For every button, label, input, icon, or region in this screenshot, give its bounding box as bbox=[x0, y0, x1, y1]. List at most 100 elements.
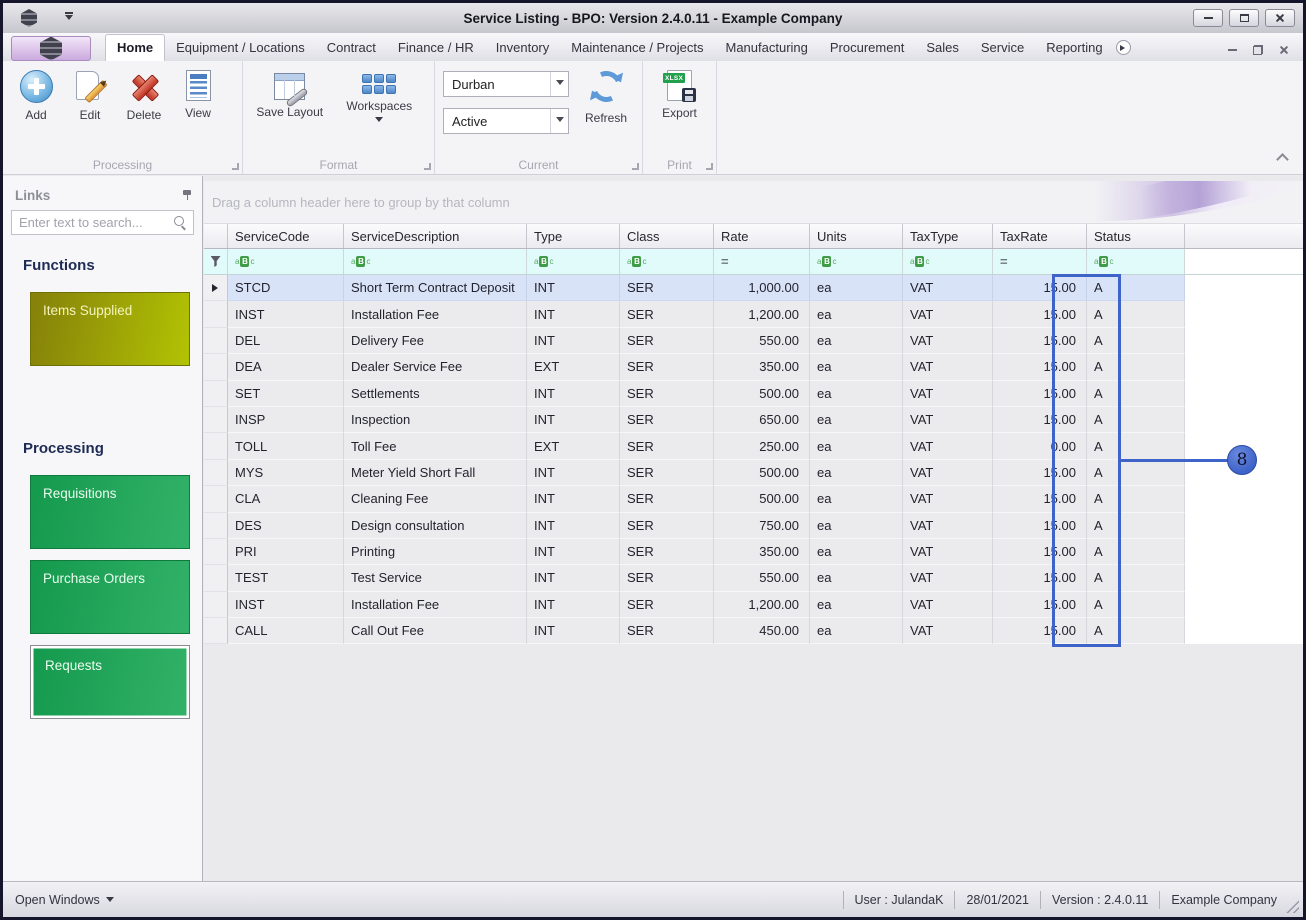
cell-type[interactable]: INT bbox=[527, 486, 620, 512]
cell-rate[interactable]: 1,200.00 bbox=[714, 592, 810, 618]
cell-status[interactable]: A bbox=[1087, 486, 1185, 512]
cell-type[interactable]: INT bbox=[527, 301, 620, 327]
cell-servicedescription[interactable]: Short Term Contract Deposit bbox=[344, 275, 527, 301]
cell-rate[interactable]: 500.00 bbox=[714, 381, 810, 407]
cell-type[interactable]: INT bbox=[527, 513, 620, 539]
cell-servicedescription[interactable]: Call Out Fee bbox=[344, 618, 527, 644]
cell-rate[interactable]: 500.00 bbox=[714, 486, 810, 512]
cell-taxtype[interactable]: VAT bbox=[903, 407, 993, 433]
cell-class[interactable]: SER bbox=[620, 565, 714, 591]
cell-rate[interactable]: 350.00 bbox=[714, 539, 810, 565]
cell-status[interactable]: A bbox=[1087, 592, 1185, 618]
cell-taxrate[interactable]: 15.00 bbox=[993, 592, 1087, 618]
cell-taxtype[interactable]: VAT bbox=[903, 486, 993, 512]
cell-rate[interactable]: 250.00 bbox=[714, 433, 810, 459]
column-header-rate[interactable]: Rate bbox=[714, 224, 810, 248]
filter-cell-taxrate[interactable]: = bbox=[993, 249, 1087, 274]
cell-units[interactable]: ea bbox=[810, 618, 903, 644]
cell-taxrate[interactable]: 15.00 bbox=[993, 539, 1087, 565]
table-row[interactable]: MYSMeter Yield Short FallINTSER500.00eaV… bbox=[204, 460, 1303, 486]
cell-servicedescription[interactable]: Test Service bbox=[344, 565, 527, 591]
cell-units[interactable]: ea bbox=[810, 565, 903, 591]
cell-servicecode[interactable]: SET bbox=[228, 381, 344, 407]
tab-contract[interactable]: Contract bbox=[316, 35, 387, 61]
cell-servicedescription[interactable]: Cleaning Fee bbox=[344, 486, 527, 512]
application-menu-button[interactable] bbox=[11, 36, 91, 61]
cell-rate[interactable]: 550.00 bbox=[714, 565, 810, 591]
cell-status[interactable]: A bbox=[1087, 407, 1185, 433]
table-row[interactable]: DEADealer Service FeeEXTSER350.00eaVAT15… bbox=[204, 354, 1303, 380]
tab-reporting[interactable]: Reporting bbox=[1035, 35, 1113, 61]
filter-cell-rate[interactable]: = bbox=[714, 249, 810, 274]
cell-servicedescription[interactable]: Inspection bbox=[344, 407, 527, 433]
cell-class[interactable]: SER bbox=[620, 354, 714, 380]
cell-servicecode[interactable]: PRI bbox=[228, 539, 344, 565]
cell-taxrate[interactable]: 15.00 bbox=[993, 486, 1087, 512]
cell-taxrate[interactable]: 0.00 bbox=[993, 433, 1087, 459]
cell-taxtype[interactable]: VAT bbox=[903, 592, 993, 618]
cell-status[interactable]: A bbox=[1087, 565, 1185, 591]
table-row[interactable]: STCDShort Term Contract DepositINTSER1,0… bbox=[204, 275, 1303, 301]
cell-status[interactable]: A bbox=[1087, 381, 1185, 407]
cell-class[interactable]: SER bbox=[620, 460, 714, 486]
dropdown-arrow-button[interactable] bbox=[550, 72, 568, 96]
tab-finance-hr[interactable]: Finance / HR bbox=[387, 35, 485, 61]
cell-rate[interactable]: 450.00 bbox=[714, 618, 810, 644]
cell-servicedescription[interactable]: Meter Yield Short Fall bbox=[344, 460, 527, 486]
column-header-status[interactable]: Status bbox=[1087, 224, 1185, 248]
cell-class[interactable]: SER bbox=[620, 433, 714, 459]
site-dropdown[interactable]: Durban bbox=[443, 71, 569, 97]
cell-units[interactable]: ea bbox=[810, 592, 903, 618]
cell-taxtype[interactable]: VAT bbox=[903, 565, 993, 591]
cell-taxrate[interactable]: 15.00 bbox=[993, 565, 1087, 591]
cell-servicecode[interactable]: DES bbox=[228, 513, 344, 539]
cell-class[interactable]: SER bbox=[620, 592, 714, 618]
close-button[interactable] bbox=[1265, 9, 1295, 27]
tab-maintenance-projects[interactable]: Maintenance / Projects bbox=[560, 35, 714, 61]
tab-equipment-locations[interactable]: Equipment / Locations bbox=[165, 35, 316, 61]
filter-cell-servicecode[interactable]: aBc bbox=[228, 249, 344, 274]
state-dropdown[interactable]: Active bbox=[443, 108, 569, 134]
cell-rate[interactable]: 1,000.00 bbox=[714, 275, 810, 301]
cell-taxrate[interactable]: 15.00 bbox=[993, 381, 1087, 407]
tab-sales[interactable]: Sales bbox=[915, 35, 970, 61]
tab-service[interactable]: Service bbox=[970, 35, 1035, 61]
add-button[interactable]: Add bbox=[9, 67, 63, 122]
table-row[interactable]: PRIPrintingINTSER350.00eaVAT15.00A bbox=[204, 539, 1303, 565]
cell-units[interactable]: ea bbox=[810, 539, 903, 565]
column-header-type[interactable]: Type bbox=[527, 224, 620, 248]
cell-type[interactable]: EXT bbox=[527, 354, 620, 380]
cell-type[interactable]: INT bbox=[527, 565, 620, 591]
open-windows-button[interactable]: Open Windows bbox=[3, 893, 114, 907]
table-row[interactable]: TESTTest ServiceINTSER550.00eaVAT15.00A bbox=[204, 565, 1303, 591]
tab-scroll-right-icon[interactable] bbox=[1116, 40, 1131, 55]
cell-taxtype[interactable]: VAT bbox=[903, 539, 993, 565]
cell-class[interactable]: SER bbox=[620, 381, 714, 407]
cell-taxtype[interactable]: VAT bbox=[903, 354, 993, 380]
tab-procurement[interactable]: Procurement bbox=[819, 35, 915, 61]
cell-servicecode[interactable]: INST bbox=[228, 592, 344, 618]
cell-units[interactable]: ea bbox=[810, 381, 903, 407]
mdi-restore-icon[interactable] bbox=[1253, 45, 1263, 55]
table-row[interactable]: INSPInspectionINTSER650.00eaVAT15.00A bbox=[204, 407, 1303, 433]
cell-status[interactable]: A bbox=[1087, 301, 1185, 327]
cell-class[interactable]: SER bbox=[620, 513, 714, 539]
cell-taxtype[interactable]: VAT bbox=[903, 328, 993, 354]
cell-taxrate[interactable]: 15.00 bbox=[993, 460, 1087, 486]
cell-units[interactable]: ea bbox=[810, 275, 903, 301]
cell-taxrate[interactable]: 15.00 bbox=[993, 407, 1087, 433]
cell-class[interactable]: SER bbox=[620, 539, 714, 565]
workspaces-button[interactable]: Workspaces bbox=[332, 67, 426, 126]
table-row[interactable]: CALLCall Out FeeINTSER450.00eaVAT15.00A bbox=[204, 618, 1303, 644]
cell-rate[interactable]: 750.00 bbox=[714, 513, 810, 539]
cell-taxrate[interactable]: 15.00 bbox=[993, 301, 1087, 327]
pin-icon[interactable] bbox=[182, 189, 192, 201]
cell-rate[interactable]: 1,200.00 bbox=[714, 301, 810, 327]
sidebar-button-items-supplied[interactable]: Items Supplied bbox=[30, 292, 190, 366]
cell-servicedescription[interactable]: Printing bbox=[344, 539, 527, 565]
table-row[interactable]: INSTInstallation FeeINTSER1,200.00eaVAT1… bbox=[204, 301, 1303, 327]
cell-servicecode[interactable]: STCD bbox=[228, 275, 344, 301]
cell-servicecode[interactable]: CLA bbox=[228, 486, 344, 512]
cell-status[interactable]: A bbox=[1087, 460, 1185, 486]
search-input[interactable] bbox=[11, 210, 194, 235]
